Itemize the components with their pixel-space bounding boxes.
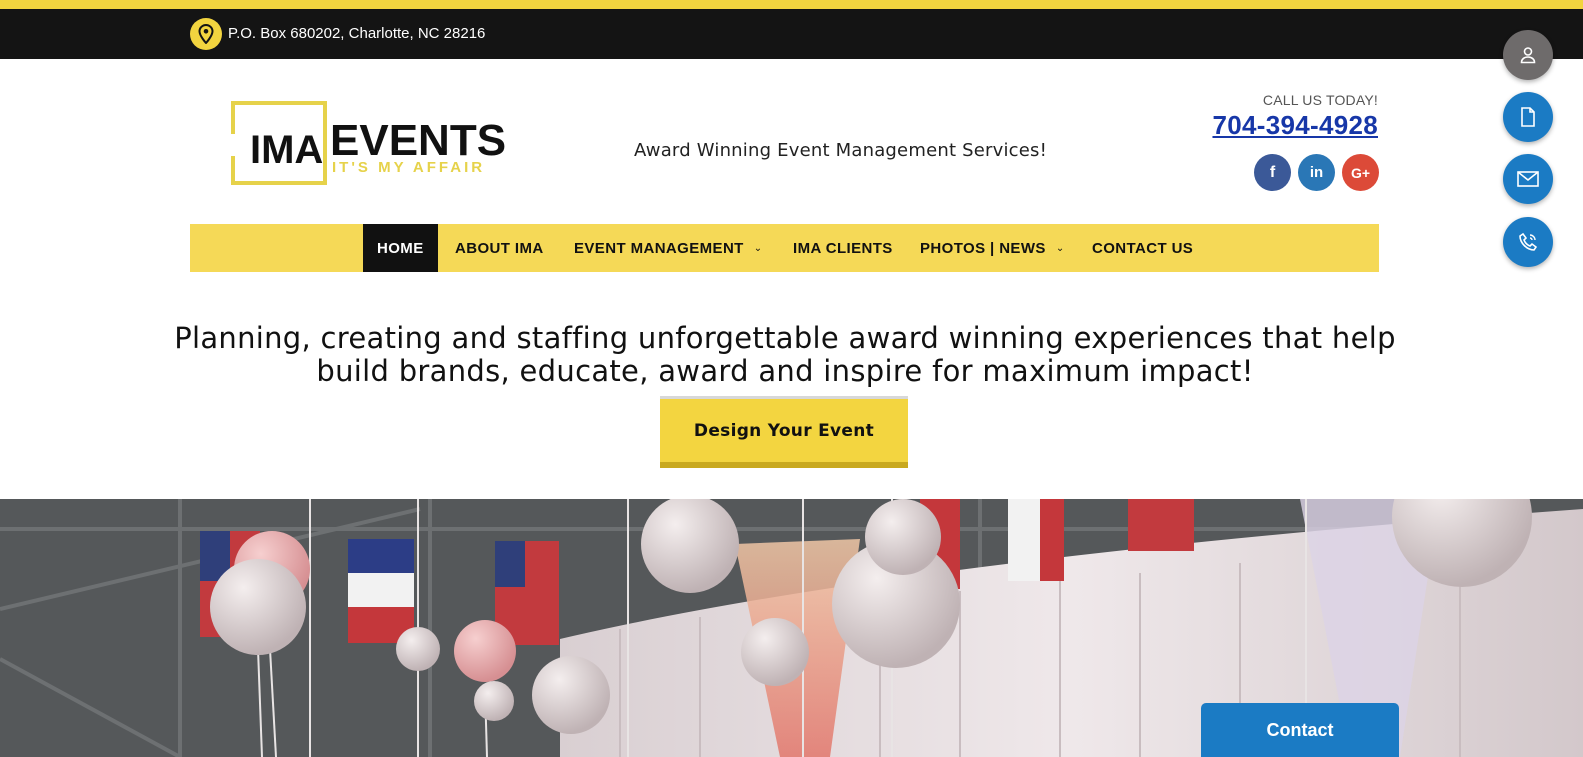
- ima-events-logo[interactable]: IMA EVENTS IT'S MY AFFAIR: [230, 100, 530, 186]
- nav-item-label: HOME: [377, 239, 424, 257]
- nav-item-label: ABOUT IMA: [455, 239, 544, 257]
- nav-item-label: EVENT MANAGEMENT: [574, 239, 744, 257]
- headline-line-1: Planning, creating and staffing unforget…: [174, 321, 1396, 355]
- top-info-bar: P.O. Box 680202, Charlotte, NC 28216: [0, 9, 1583, 59]
- hero-headline: Planning, creating and staffing unforget…: [150, 322, 1420, 388]
- design-your-event-button[interactable]: Design Your Event: [660, 396, 908, 468]
- linkedin-icon[interactable]: in: [1298, 154, 1335, 191]
- google-plus-icon[interactable]: G+: [1342, 154, 1379, 191]
- nav-item-label: IMA CLIENTS: [793, 239, 893, 257]
- nav-item-home[interactable]: HOME: [363, 224, 438, 272]
- nav-item-about-ima[interactable]: ABOUT IMA: [441, 224, 558, 272]
- contact-widget-button[interactable]: Contact: [1201, 703, 1399, 757]
- logo-main-text: EVENTS: [330, 116, 506, 165]
- top-accent-strip: [0, 0, 1583, 9]
- nav-item-label: PHOTOS | NEWS: [920, 239, 1046, 257]
- user-account-icon[interactable]: [1503, 30, 1553, 80]
- nav-item-photos-news[interactable]: PHOTOS | NEWS ⌄: [906, 224, 1079, 272]
- chevron-down-icon: ⌄: [1055, 242, 1065, 254]
- main-navigation: HOME ABOUT IMA EVENT MANAGEMENT ⌄ IMA CL…: [190, 224, 1379, 272]
- chevron-down-icon: ⌄: [753, 242, 763, 254]
- headline-line-2: build brands, educate, award and inspire…: [316, 354, 1254, 388]
- facebook-icon[interactable]: f: [1254, 154, 1291, 191]
- nav-item-label: CONTACT US: [1092, 239, 1194, 257]
- logo-mark-text: IMA: [250, 128, 323, 172]
- header-tagline: Award Winning Event Management Services!: [634, 140, 1048, 161]
- address-text: P.O. Box 680202, Charlotte, NC 28216: [228, 25, 486, 42]
- nav-item-ima-clients[interactable]: IMA CLIENTS: [779, 224, 907, 272]
- location-pin-icon: [190, 18, 222, 50]
- logo-sub-text: IT'S MY AFFAIR: [332, 159, 485, 176]
- phone-call-icon[interactable]: [1503, 217, 1553, 267]
- phone-link[interactable]: 704-394-4928: [1212, 110, 1378, 141]
- nav-item-contact-us[interactable]: CONTACT US: [1078, 224, 1207, 272]
- nav-item-event-management[interactable]: EVENT MANAGEMENT ⌄: [560, 224, 777, 272]
- email-icon[interactable]: [1503, 154, 1553, 204]
- call-us-label: CALL US TODAY!: [1262, 92, 1378, 108]
- document-icon[interactable]: [1503, 92, 1553, 142]
